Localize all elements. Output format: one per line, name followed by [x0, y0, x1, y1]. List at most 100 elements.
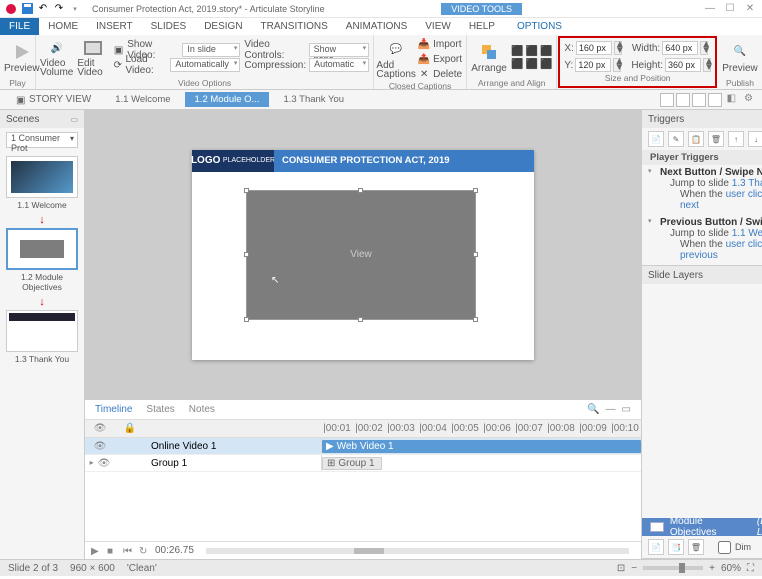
add-layer-icon[interactable]: 📄 — [648, 539, 664, 555]
preview-button[interactable]: Preview — [4, 38, 40, 78]
arrange-button[interactable]: Arrange — [471, 38, 507, 78]
thumb-module-objectives[interactable]: 1.2 Module Objectives — [6, 228, 78, 292]
y-input[interactable] — [575, 58, 611, 72]
load-video-combo[interactable]: Automatically — [170, 58, 240, 72]
timeline-close-icon[interactable]: ▭ — [622, 404, 631, 415]
copy-trigger-icon[interactable]: 📋 — [688, 131, 704, 147]
tab-welcome[interactable]: 1.1 Welcome — [105, 92, 180, 107]
redock-icon[interactable]: ◧ — [724, 93, 739, 107]
align-bottom-icon[interactable]: ⬛ — [540, 59, 552, 70]
view-mode-3[interactable] — [692, 93, 706, 107]
show-video-combo[interactable]: In slide — [182, 43, 240, 57]
maximize-icon[interactable]: ☐ — [722, 3, 738, 15]
row-eye-icon[interactable]: 👁 — [94, 441, 107, 452]
align-right-icon[interactable]: ⬛ — [540, 46, 552, 57]
view-mode-1[interactable] — [660, 93, 674, 107]
trigger-previous[interactable]: ▾ Previous Button / Swipe Previous Jump … — [642, 215, 762, 265]
tab-insert[interactable]: INSERT — [87, 18, 142, 35]
minimize-icon[interactable]: — — [702, 3, 718, 15]
height-spinner[interactable]: ▲▼ — [703, 58, 711, 72]
trigger-who-link[interactable]: user clicks or swipes — [726, 189, 762, 200]
trigger-next[interactable]: ▾ Next Button / Swipe Next Jump to slide… — [642, 165, 762, 215]
slide-canvas[interactable]: LOGO PLACEHOLDER CONSUMER PROTECTION ACT… — [192, 150, 534, 360]
trigger-event-link[interactable]: previous — [680, 250, 718, 261]
tab-help[interactable]: HELP — [460, 18, 504, 35]
tab-options[interactable]: OPTIONS — [508, 18, 571, 35]
undo-icon[interactable]: ↶ — [36, 2, 50, 16]
x-input[interactable] — [576, 41, 612, 55]
tab-animations[interactable]: ANIMATIONS — [337, 18, 416, 35]
loop-icon[interactable]: ↻ — [139, 546, 149, 556]
tab-view[interactable]: VIEW — [416, 18, 460, 35]
y-spinner[interactable]: ▲▼ — [613, 58, 621, 72]
scenes-close-icon[interactable]: ▭ — [70, 115, 78, 124]
trigger-event-link[interactable]: next — [680, 200, 699, 211]
timeline-tab[interactable]: Timeline — [95, 404, 132, 415]
export-button[interactable]: 📤Export — [418, 52, 462, 66]
rewind-icon[interactable]: ⏮ — [123, 546, 133, 556]
settings-gear-icon[interactable]: ⚙ — [741, 93, 756, 107]
thumb-welcome[interactable]: 1.1 Welcome — [6, 156, 78, 210]
fit-icon[interactable]: ⛶ — [747, 563, 754, 574]
volume-button[interactable]: 🔊 Video Volume — [40, 38, 73, 78]
states-tab[interactable]: States — [146, 404, 174, 415]
zoom-in-icon[interactable]: + — [709, 563, 715, 574]
close-icon[interactable]: ✕ — [742, 3, 758, 15]
thumb-thank-you[interactable]: 1.3 Thank You — [6, 310, 78, 364]
edit-video-button[interactable]: Edit Video — [77, 38, 109, 78]
notes-tab[interactable]: Notes — [189, 404, 215, 415]
width-input[interactable] — [662, 41, 698, 55]
video-object[interactable]: View ↖ — [246, 190, 476, 320]
eye-icon[interactable]: 👁 — [94, 423, 107, 434]
align-top-icon[interactable]: ⬛ — [511, 59, 523, 70]
import-button[interactable]: 📥Import — [418, 37, 462, 51]
tab-thank-you[interactable]: 1.3 Thank You — [273, 92, 354, 107]
collapse-icon[interactable]: ▾ — [648, 217, 652, 225]
fit-window-icon[interactable]: ⊡ — [617, 563, 625, 574]
zoom-slider[interactable] — [643, 566, 703, 570]
dim-checkbox[interactable] — [718, 541, 731, 554]
row-eye-icon[interactable]: 👁 — [98, 458, 111, 469]
delete-button[interactable]: ✕Delete — [418, 67, 462, 81]
tab-module-objectives[interactable]: 1.2 Module O... — [185, 92, 270, 107]
collapse-icon[interactable]: ▾ — [648, 167, 652, 175]
tab-home[interactable]: HOME — [39, 18, 87, 35]
width-spinner[interactable]: ▲▼ — [700, 41, 708, 55]
trigger-who-link[interactable]: user clicks or swipes — [726, 239, 762, 250]
dup-layer-icon[interactable]: 📑 — [668, 539, 684, 555]
align-middle-icon[interactable]: ⬛ — [526, 59, 538, 70]
height-input[interactable] — [665, 58, 701, 72]
story-view-tab[interactable]: ▣STORY VIEW — [6, 92, 101, 107]
redo-icon[interactable]: ↷ — [52, 2, 66, 16]
timeline-row-group[interactable]: ▸👁 Group 1 ⊞Group 1 — [85, 455, 641, 472]
timeline-zoom-icon[interactable]: 🔍 — [587, 404, 599, 415]
expand-icon[interactable]: ▸ — [90, 458, 94, 469]
lock-icon[interactable]: 🔒 — [124, 423, 136, 434]
edit-trigger-icon[interactable]: ✎ — [668, 131, 684, 147]
add-trigger-icon[interactable]: 📄 — [648, 131, 664, 147]
align-center-icon[interactable]: ⬛ — [526, 46, 538, 57]
video-controls-combo[interactable]: Show none — [309, 43, 369, 57]
stop-timeline-icon[interactable]: ■ — [107, 546, 117, 556]
down-trigger-icon[interactable]: ↓ — [748, 131, 762, 147]
x-spinner[interactable]: ▲▼ — [614, 41, 622, 55]
zoom-out-icon[interactable]: − — [631, 563, 637, 574]
trigger-target-link[interactable]: 1.1 Welcome — [732, 228, 762, 239]
add-captions-button[interactable]: 💬 Add Captions — [378, 39, 414, 79]
scene-selector[interactable]: 1 Consumer Prot — [6, 132, 78, 148]
base-layer-row[interactable]: Module Objectives (Base Layer) 👁 — [642, 518, 762, 536]
compression-combo[interactable]: Automatic — [309, 58, 369, 72]
qat-dropdown-icon[interactable]: ▾ — [68, 2, 82, 16]
timeline-undock-icon[interactable]: — — [606, 404, 616, 415]
view-mode-2[interactable] — [676, 93, 690, 107]
up-trigger-icon[interactable]: ↑ — [728, 131, 744, 147]
tab-slides[interactable]: SLIDES — [142, 18, 196, 35]
tab-design[interactable]: DESIGN — [195, 18, 251, 35]
publish-preview-button[interactable]: 🔍 Preview — [722, 38, 758, 78]
tab-file[interactable]: FILE — [0, 18, 39, 35]
play-timeline-icon[interactable]: ▶ — [91, 546, 101, 556]
save-icon[interactable] — [20, 2, 34, 16]
del-layer-icon[interactable]: 🗑 — [688, 539, 704, 555]
delete-trigger-icon[interactable]: 🗑 — [708, 131, 724, 147]
align-left-icon[interactable]: ⬛ — [511, 46, 523, 57]
